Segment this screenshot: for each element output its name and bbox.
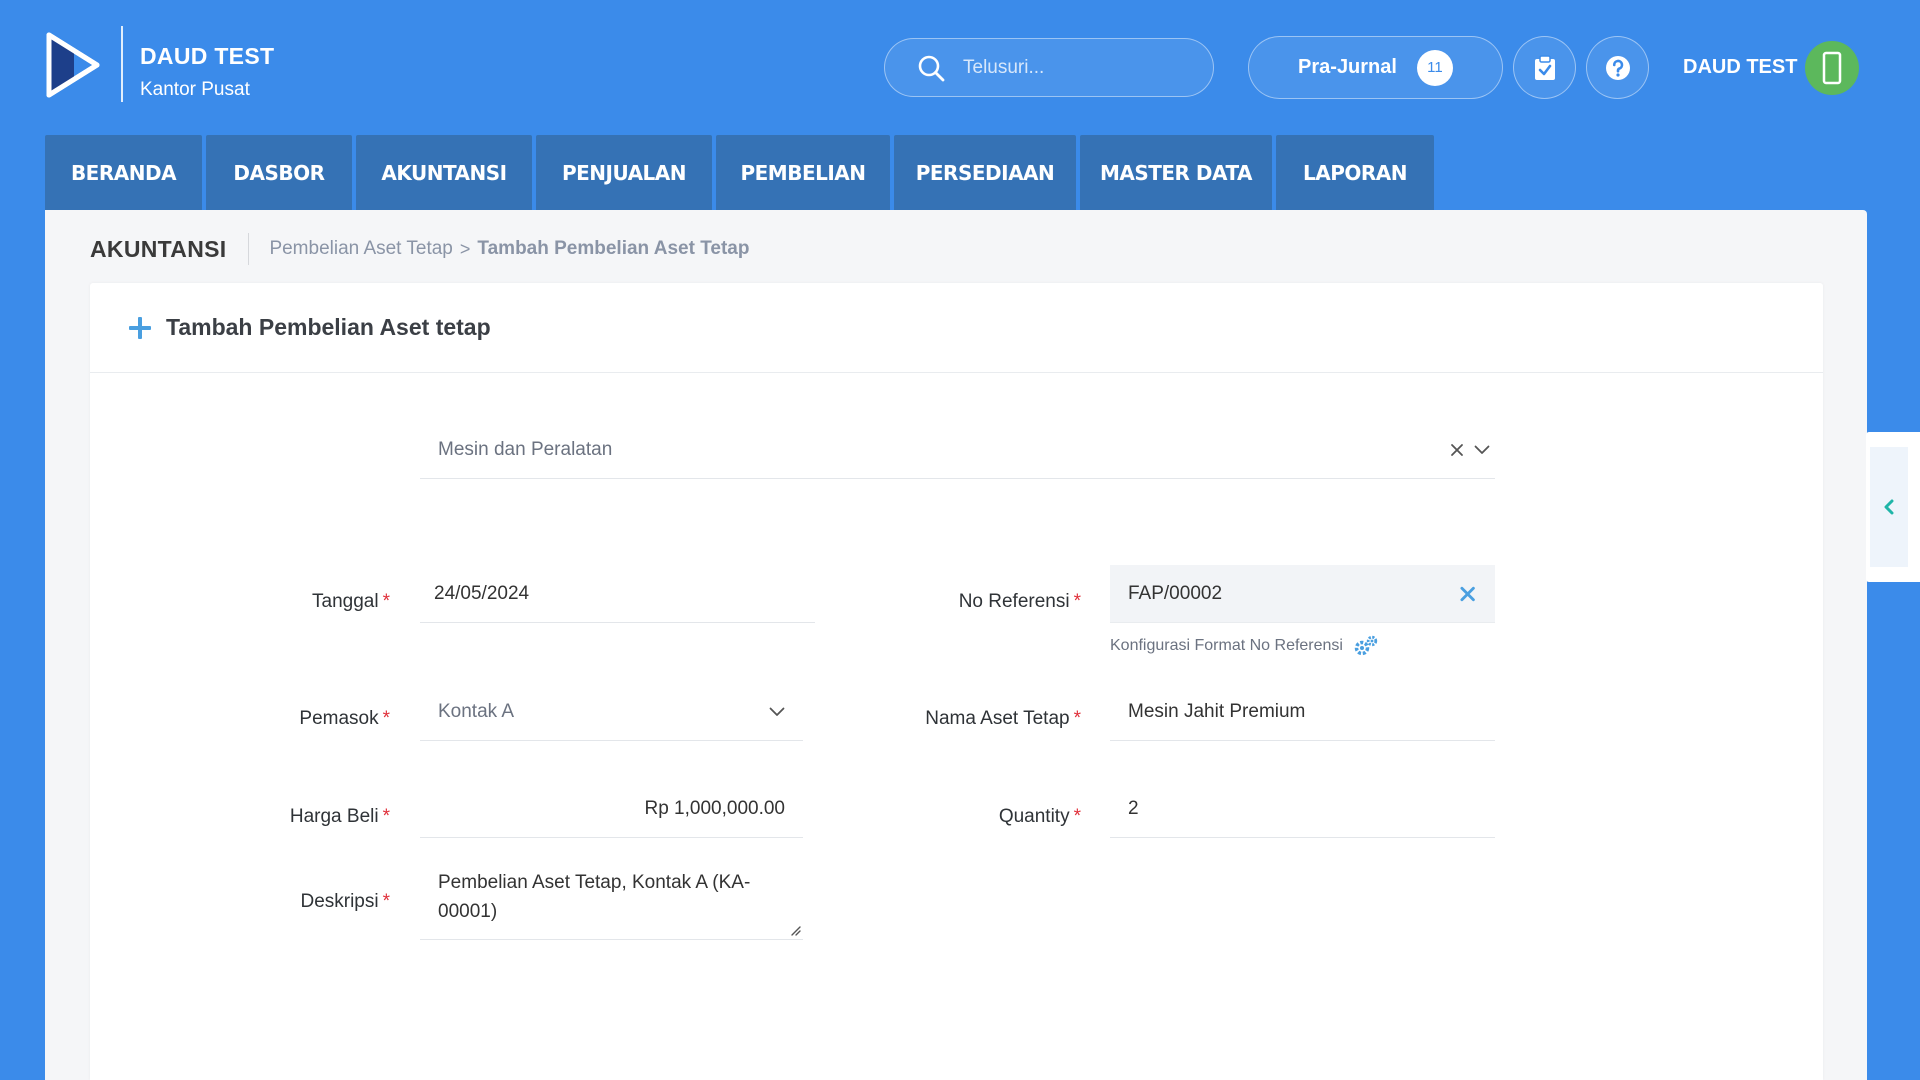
quantity-input[interactable] — [1128, 797, 1495, 820]
tab-pembelian[interactable]: PEMBELIAN — [716, 135, 890, 210]
main-nav: BERANDA DASBOR AKUNTANSI PENJUALAN PEMBE… — [45, 135, 1438, 210]
nama-aset-input[interactable] — [1128, 700, 1495, 723]
tab-master-data[interactable]: MASTER DATA — [1080, 135, 1272, 210]
prajurnal-label: Pra-Jurnal — [1298, 56, 1397, 78]
chevron-left-icon — [1884, 499, 1894, 515]
search-box[interactable] — [884, 38, 1214, 97]
logo-divider — [121, 26, 123, 102]
config-format-label: Konfigurasi Format No Referensi — [1110, 637, 1343, 654]
resize-handle-icon[interactable] — [789, 924, 801, 936]
gears-icon — [1354, 635, 1378, 656]
tab-persediaan[interactable]: PERSEDIAAN — [894, 135, 1076, 210]
form-title: Tambah Pembelian Aset tetap — [166, 314, 491, 340]
tab-dasbor[interactable]: DASBOR — [206, 135, 352, 210]
chevron-down-icon — [769, 707, 785, 716]
pemasok-select[interactable]: Kontak A — [420, 683, 803, 741]
mobile-phone-icon — [1822, 51, 1842, 85]
company-logo-icon[interactable] — [44, 32, 102, 98]
side-panel-toggle[interactable] — [1866, 432, 1920, 582]
asset-category-value: Mesin dan Peralatan — [438, 439, 613, 460]
form-card: Tambah Pembelian Aset tetap Mesin dan Pe… — [90, 283, 1823, 1080]
tanggal-input[interactable] — [434, 582, 815, 605]
quantity-field[interactable] — [1110, 780, 1495, 838]
asset-category-select[interactable]: Mesin dan Peralatan — [420, 422, 1495, 479]
breadcrumb-current: Tambah Pembelian Aset Tetap — [477, 238, 750, 259]
harga-beli-label: Harga Beli * — [289, 806, 390, 827]
chevron-down-icon[interactable] — [1474, 445, 1490, 455]
help-button[interactable] — [1586, 36, 1649, 99]
tab-akuntansi[interactable]: AKUNTANSI — [356, 135, 532, 210]
close-icon[interactable] — [1460, 586, 1475, 602]
form-card-header: Tambah Pembelian Aset tetap — [90, 283, 1823, 373]
plus-icon — [129, 316, 151, 339]
tasks-button[interactable] — [1513, 36, 1576, 99]
deskripsi-field[interactable]: Pembelian Aset Tetap, Kontak A (KA-00001… — [420, 868, 803, 940]
tanggal-field[interactable] — [420, 565, 815, 623]
breadcrumb: AKUNTANSI Pembelian Aset Tetap > Tambah … — [90, 231, 749, 267]
company-branch: Kantor Pusat — [140, 79, 250, 100]
page-section-title: AKUNTANSI — [90, 235, 227, 262]
side-panel-toggle-inner — [1870, 447, 1908, 567]
no-referensi-input[interactable] — [1128, 582, 1460, 605]
breadcrumb-arrow: > — [459, 238, 471, 259]
harga-beli-field[interactable] — [420, 780, 803, 838]
close-icon[interactable] — [1450, 443, 1464, 457]
question-circle-icon — [1605, 55, 1630, 80]
no-referensi-label: No Referensi * — [958, 591, 1081, 612]
quantity-label: Quantity * — [998, 806, 1081, 827]
pemasok-label: Pemasok * — [299, 708, 390, 729]
deskripsi-label: Deskripsi * — [300, 891, 390, 912]
search-input[interactable] — [963, 56, 1183, 79]
search-icon — [918, 55, 945, 81]
tab-penjualan[interactable]: PENJUALAN — [536, 135, 712, 210]
config-format-link[interactable]: Konfigurasi Format No Referensi — [1110, 635, 1379, 657]
clipboard-check-icon — [1534, 54, 1555, 80]
prajurnal-count-badge: 11 — [1416, 49, 1453, 86]
tab-beranda[interactable]: BERANDA — [45, 135, 202, 210]
avatar[interactable] — [1805, 41, 1859, 95]
prajurnal-button[interactable]: Pra-Jurnal 11 — [1248, 36, 1503, 99]
breadcrumb-parent-link[interactable]: Pembelian Aset Tetap — [269, 238, 452, 260]
harga-beli-input[interactable] — [420, 797, 785, 820]
tab-laporan[interactable]: LAPORAN — [1276, 135, 1434, 210]
nama-aset-label: Nama Aset Tetap * — [925, 708, 1081, 729]
tanggal-label: Tanggal * — [312, 591, 390, 612]
breadcrumb-divider — [248, 233, 250, 265]
content-area: AKUNTANSI Pembelian Aset Tetap > Tambah … — [45, 210, 1867, 1080]
no-referensi-field[interactable] — [1110, 565, 1495, 623]
pemasok-value: Kontak A — [438, 700, 515, 722]
company-name: DAUD TEST — [140, 43, 275, 69]
user-name[interactable]: DAUD TEST — [1683, 56, 1797, 79]
nama-aset-field[interactable] — [1110, 683, 1495, 741]
company-info: DAUD TEST Kantor Pusat — [140, 43, 274, 101]
deskripsi-textarea[interactable]: Pembelian Aset Tetap, Kontak A (KA-00001… — [438, 868, 793, 928]
